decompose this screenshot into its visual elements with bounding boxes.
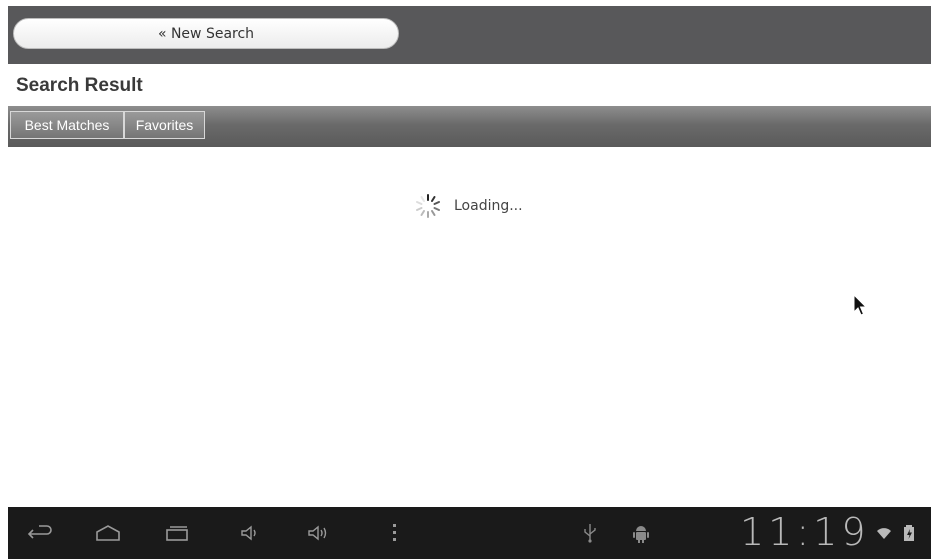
overflow-menu-icon[interactable] — [381, 521, 407, 545]
tab-favorites-label: Favorites — [135, 117, 194, 133]
new-search-label: « New Search — [157, 25, 255, 42]
home-icon[interactable] — [95, 521, 121, 545]
volume-up-icon[interactable] — [306, 521, 332, 545]
status-clock[interactable]: 11:19 — [740, 510, 870, 554]
usb-icon — [584, 524, 596, 543]
spinner-icon — [416, 194, 440, 218]
android-debug-icon — [633, 526, 649, 543]
tab-bar: Best Matches Favorites — [8, 106, 931, 147]
loading-text: Loading... — [454, 198, 523, 214]
back-icon[interactable] — [27, 521, 53, 545]
volume-down-icon[interactable] — [237, 521, 263, 545]
tablet-screen: « New Search Search Result Best Matches … — [0, 0, 931, 559]
tab-best-matches[interactable]: Best Matches — [10, 111, 124, 139]
page-title: Search Result — [16, 75, 143, 96]
system-navigation-bar: 11:19 — [8, 507, 931, 559]
action-bar: « New Search — [8, 6, 931, 64]
new-search-button[interactable]: « New Search — [13, 18, 399, 49]
wifi-icon — [877, 528, 891, 539]
tab-favorites[interactable]: Favorites — [124, 111, 205, 139]
mouse-cursor-icon — [853, 294, 868, 316]
battery-icon — [904, 525, 914, 541]
recents-icon[interactable] — [164, 521, 190, 545]
loading-indicator: Loading... — [415, 193, 523, 219]
tab-best-matches-label: Best Matches — [24, 117, 110, 133]
